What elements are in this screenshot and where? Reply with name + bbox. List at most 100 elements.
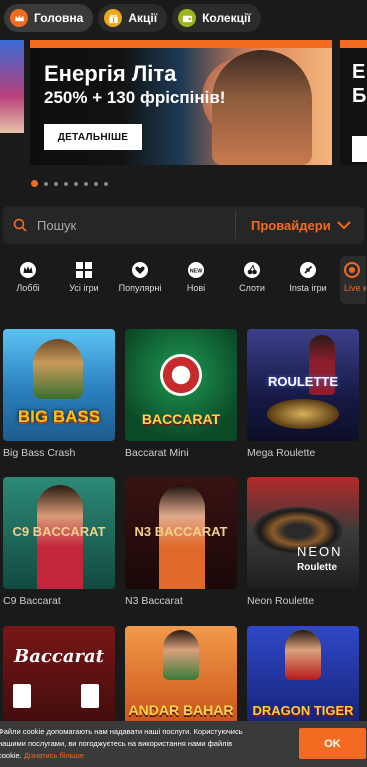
game-title: C9 Baccarat [3,595,61,607]
promo-carousel[interactable]: Енергія Літа 250% + 130 фріспінів! ДЕТАЛ… [0,40,367,165]
carousel-dot[interactable] [104,181,108,186]
game-thumbnail[interactable]: NEON Roulette [247,477,359,589]
game-logo: ANDAR BAHAR [128,702,234,718]
game-card[interactable]: BIG BASS Big Bass Crash [3,329,115,459]
game-thumbnail[interactable]: C9 BACCARAT [3,477,115,589]
promo-banner[interactable]: Енергія Літа 250% + 130 фріспінів! ДЕТАЛ… [30,40,332,165]
game-thumbnail[interactable]: N3 BACCARAT [125,477,237,589]
tab-home[interactable]: Головна [4,4,94,32]
category-live-casino[interactable]: Live к [340,256,366,304]
banner-details-button[interactable]: ДЕТАЛЬНІШЕ [44,124,142,150]
game-card[interactable]: NEON Roulette Neon Roulette [247,477,359,607]
game-title: Neon Roulette [247,595,315,607]
card-image [81,684,99,708]
game-logo: DRAGON TIGER [252,703,354,718]
rocket-icon [300,262,316,278]
game-title: Baccarat Mini [125,447,189,459]
game-card[interactable]: BACCARAT Baccarat Mini [125,329,237,459]
chips-image [160,354,202,396]
category-new[interactable]: NEW Нові [168,256,224,304]
providers-dropdown[interactable]: Провайдери [236,218,351,233]
crown-icon [20,262,36,278]
gift-icon [104,9,123,27]
game-logo: BIG BASS [17,407,101,426]
banner-next-button[interactable] [352,136,367,162]
carousel-dot[interactable] [44,181,48,186]
live-icon [344,262,360,278]
game-title: N3 Baccarat [125,595,183,607]
game-logo: ROULETTE [267,374,339,389]
game-logo: Baccarat [14,646,104,667]
banner-title: Енергія Літа [44,61,177,86]
search-icon [3,218,37,232]
category-label: Популярні [118,283,162,293]
search-bar: Провайдери [3,206,364,244]
game-thumbnail[interactable]: BACCARAT [125,329,237,441]
carousel-dot[interactable] [74,181,78,186]
providers-label: Провайдери [251,217,331,233]
wallet-icon [178,9,197,27]
cookie-ok-button[interactable]: OK [299,728,366,759]
heart-icon [132,262,148,278]
category-all-games[interactable]: Усі ігри [56,256,112,304]
dealer-image [285,630,321,680]
cherry-icon [244,262,260,278]
game-logo: NEON [297,544,343,559]
carousel-dots [31,180,108,187]
game-card[interactable]: ROULETTE Mega Roulette [247,329,359,459]
category-lobby[interactable]: Лоббі [0,256,56,304]
category-label: Нові [186,283,206,293]
carousel-dot[interactable] [94,181,98,186]
carousel-dot[interactable] [54,181,58,186]
tab-promotions[interactable]: Акції [98,4,168,32]
category-insta-games[interactable]: Insta ігри [280,256,336,304]
dealer-image [163,630,199,680]
fisherman-image [33,339,83,399]
game-thumbnail[interactable]: ROULETTE [247,329,359,441]
roulette-wheel-image [267,399,339,429]
game-card[interactable]: C9 BACCARAT C9 Baccarat [3,477,115,607]
category-label: Усі ігри [69,283,99,293]
crown-icon [10,9,28,27]
game-logo: BACCARAT [141,411,221,427]
banner-next-slide[interactable]: ЕБ [340,40,367,165]
category-label: Insta ігри [289,283,327,293]
game-sublogo: Roulette [297,562,337,573]
banner-model-image [212,50,312,165]
tab-promotions-label: Акції [128,11,158,25]
category-nav: Лоббі Усі ігри Популярні NEW Нові Слоти … [0,256,367,304]
carousel-dot[interactable] [84,181,88,186]
grid-icon [76,262,92,278]
cookie-learn-more-link[interactable]: Дізнатись більше [24,751,84,760]
cookie-text-line2: нашими послугами, ви погоджуєтесь на вик… [0,739,233,748]
card-image [13,684,31,708]
category-label: Лоббі [16,283,40,293]
cookie-banner: Файли cookie допомагають нам надавати на… [0,721,367,767]
carousel-dot[interactable] [31,180,38,187]
game-logo: C9 BACCARAT [12,524,106,539]
cookie-text-line3: cookie. Дізнатись більше [0,750,290,762]
game-title: Mega Roulette [247,447,316,459]
tab-home-label: Головна [34,11,84,25]
game-card[interactable]: N3 BACCARAT N3 Baccarat [125,477,237,607]
category-label: Live к [344,283,366,293]
category-label: Слоти [239,283,265,293]
category-popular[interactable]: Популярні [112,256,168,304]
game-thumbnail[interactable]: BIG BASS [3,329,115,441]
cookie-text: Файли cookie допомагають нам надавати на… [0,726,290,762]
banner-previous-slide[interactable] [0,40,24,133]
banner-subtitle: 250% + 130 фріспінів! [44,88,226,107]
carousel-dot[interactable] [64,181,68,186]
tab-collections[interactable]: Колекції [172,4,261,32]
category-slots[interactable]: Слоти [224,256,280,304]
search-input[interactable] [37,217,227,233]
svg-text:NEW: NEW [190,268,204,274]
cookie-text-prefix: cookie. [0,751,22,760]
banner-next-title: ЕБ [352,61,367,107]
tab-collections-label: Колекції [202,11,251,25]
chevron-down-icon [336,220,351,229]
cookie-text-line1: Файли cookie допомагають нам надавати на… [0,727,243,736]
top-tabs: Головна Акції Колекції [4,4,261,32]
new-badge-icon: NEW [188,262,204,278]
game-title: Big Bass Crash [3,447,76,459]
